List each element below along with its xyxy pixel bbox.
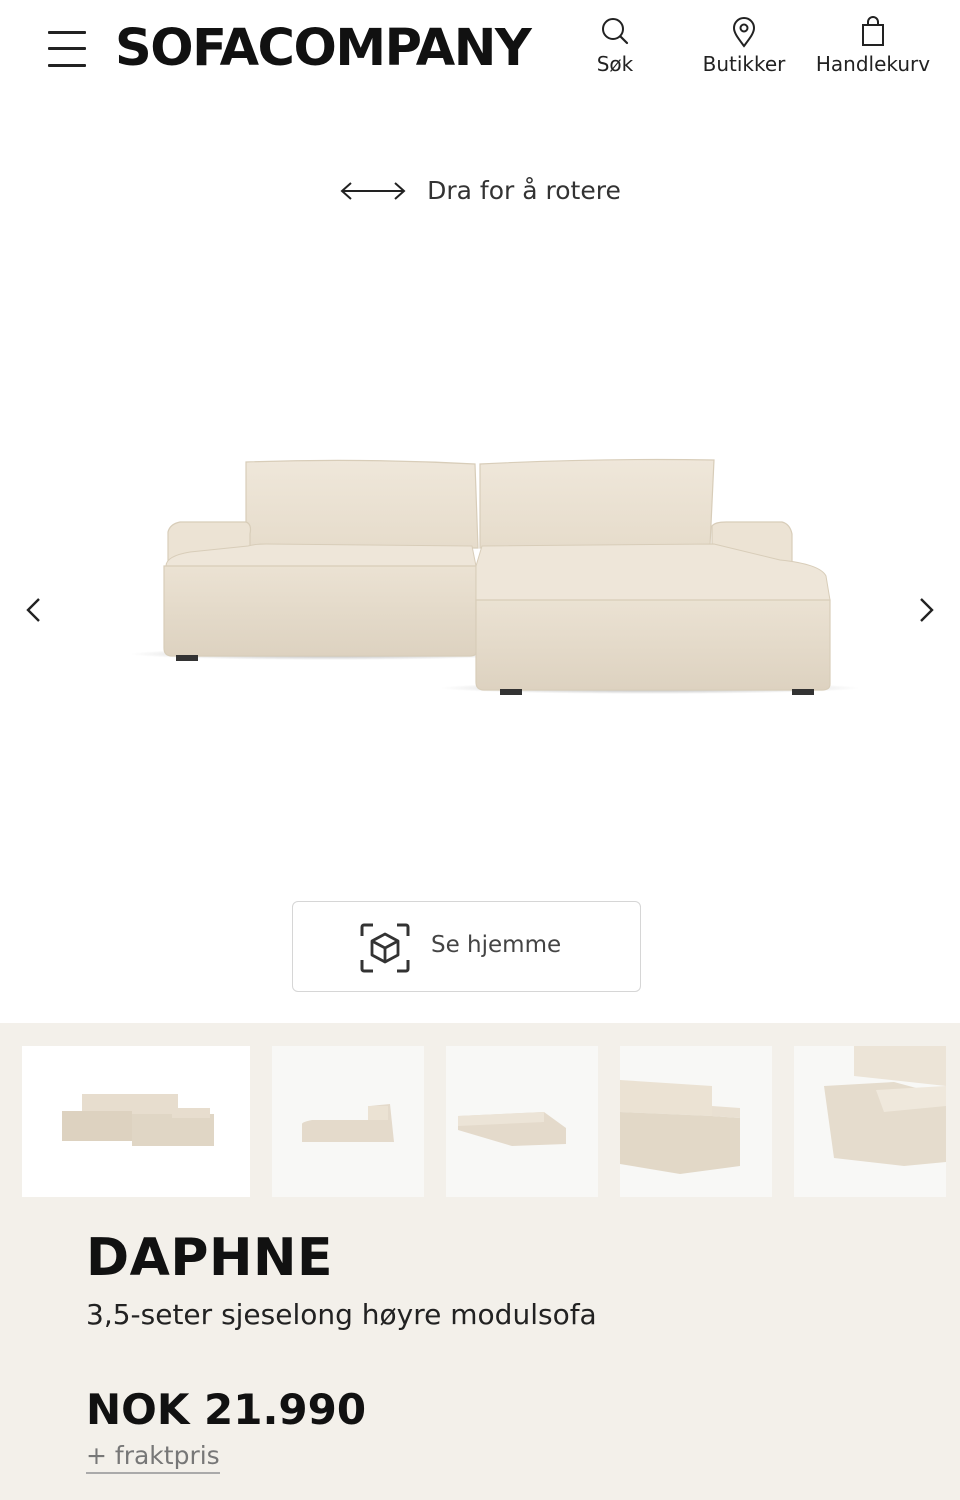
next-image-button[interactable] [912, 590, 942, 630]
thumbnail-1[interactable] [22, 1046, 250, 1197]
sofa-image [130, 458, 860, 695]
sofa-thumbnail-detail [620, 1080, 740, 1174]
rotate-hint: Dra for å rotere [0, 176, 960, 205]
see-at-home-label: Se hjemme [431, 932, 562, 958]
search-label: Søk [596, 52, 634, 76]
sofa-thumbnail-front [62, 1094, 214, 1146]
thumbnail-2[interactable] [272, 1046, 424, 1197]
previous-image-button[interactable] [20, 590, 50, 630]
sofa-thumbnail-side [302, 1104, 394, 1142]
ar-cube-icon [360, 923, 410, 973]
product-name: DAPHNE [86, 1228, 334, 1288]
thumbnail-5[interactable] [794, 1046, 946, 1197]
site-header: SOFACOMPANY Søk Butikker Handlekurv [0, 0, 960, 100]
sofa-thumbnail-back [458, 1112, 566, 1146]
stores-label: Butikker [702, 52, 786, 76]
chevron-right-icon [920, 598, 934, 622]
rotate-hint-text: Dra for å rotere [427, 176, 621, 205]
product-info-panel: DAPHNE 3,5-seter sjeselong høyre modulso… [0, 1023, 960, 1500]
cart-button[interactable]: Handlekurv [810, 16, 936, 76]
search-button[interactable]: Søk [590, 16, 640, 76]
chevron-left-icon [26, 598, 40, 622]
sofa-thumbnail-closeup [824, 1046, 946, 1166]
shipping-price-link[interactable]: + fraktpris [86, 1441, 220, 1474]
see-at-home-button[interactable]: Se hjemme [292, 901, 641, 992]
product-price: NOK 21.990 [86, 1385, 367, 1434]
thumbnail-4[interactable] [620, 1046, 772, 1197]
menu-icon[interactable] [46, 28, 88, 72]
thumbnail-3[interactable] [446, 1046, 598, 1197]
product-description: 3,5-seter sjeselong høyre modulsofa [86, 1298, 597, 1331]
search-icon [602, 18, 629, 45]
product-3d-viewer[interactable] [130, 400, 860, 710]
shopping-bag-icon [862, 16, 884, 46]
stores-button[interactable]: Butikker [696, 16, 792, 76]
cart-label: Handlekurv [815, 52, 931, 76]
location-pin-icon [732, 17, 756, 48]
rotate-arrows-icon [340, 181, 406, 200]
site-logo[interactable]: SOFACOMPANY [115, 20, 532, 78]
